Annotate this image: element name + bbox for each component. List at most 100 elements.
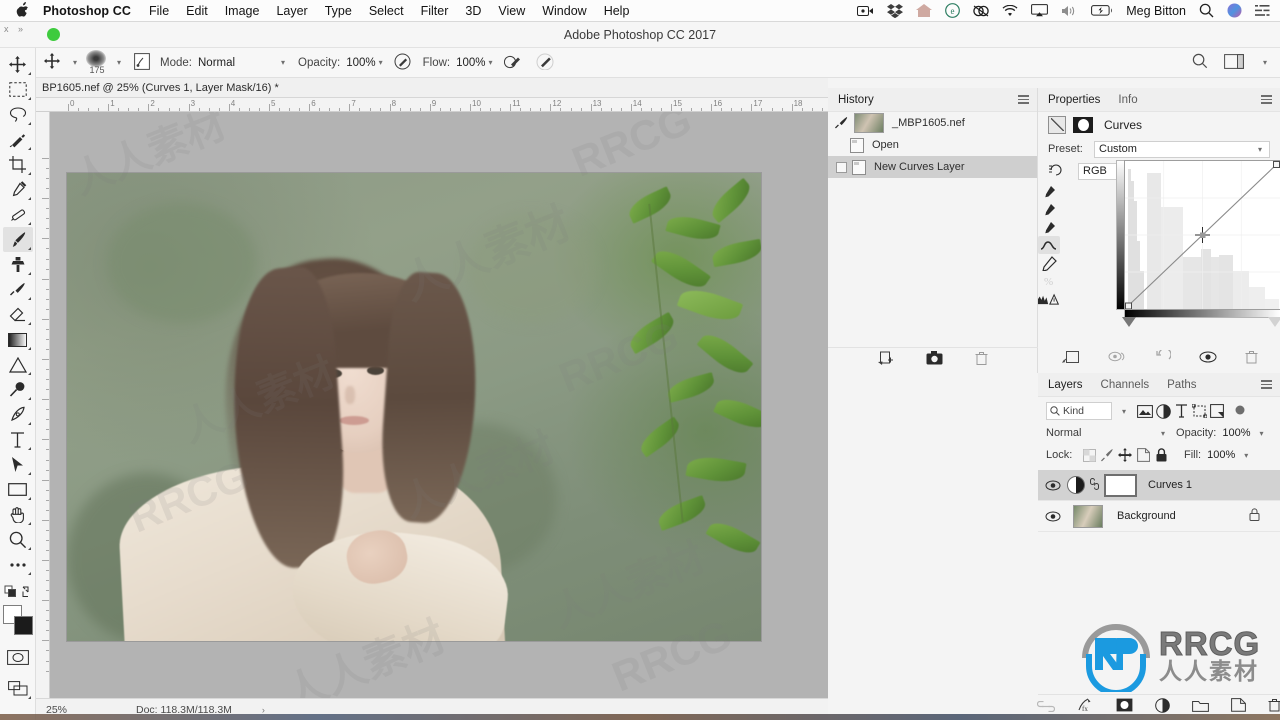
menu-window[interactable]: Window <box>542 4 586 18</box>
clip-to-layer-icon[interactable] <box>1061 350 1080 369</box>
tab-channels[interactable]: Channels <box>1101 379 1150 391</box>
layer-visibility-icon[interactable] <box>1044 480 1062 491</box>
on-image-adjust-icon[interactable] <box>1048 162 1074 181</box>
black-point-eyedropper[interactable] <box>1038 182 1060 200</box>
history-item-open[interactable]: Open <box>828 134 1037 156</box>
color-swatches[interactable] <box>3 605 33 635</box>
filter-kind-select[interactable]: Kind <box>1046 402 1112 420</box>
tab-history[interactable]: History <box>838 94 874 106</box>
tab-properties[interactable]: Properties <box>1048 94 1100 106</box>
history-item-new-curves-layer[interactable]: New Curves Layer <box>828 156 1037 178</box>
quick-mask-icon[interactable] <box>3 645 33 670</box>
smoothing-icon[interactable] <box>536 53 554 73</box>
filter-type-icon[interactable] <box>1172 403 1190 419</box>
quick-selection-tool[interactable] <box>3 127 33 152</box>
menu-select[interactable]: Select <box>369 4 404 18</box>
user-name[interactable]: Meg Bitton <box>1126 4 1186 18</box>
panel-menu-icon[interactable] <box>1261 95 1272 104</box>
gray-point-eyedropper[interactable] <box>1038 200 1060 218</box>
search-icon[interactable] <box>1192 53 1208 72</box>
fill-value[interactable]: 100% <box>1207 449 1235 461</box>
menu-layer[interactable]: Layer <box>276 4 307 18</box>
opacity-chevron-icon[interactable]: ▾ <box>376 58 386 67</box>
layer-name[interactable]: Background <box>1117 510 1176 522</box>
fill-chevron-icon[interactable]: ▾ <box>1241 451 1251 460</box>
workspace-chevron-icon[interactable]: ▾ <box>1260 58 1270 67</box>
eyedropper-tool[interactable] <box>3 177 33 202</box>
create-snapshot-icon[interactable] <box>926 351 943 370</box>
curve-pencil-tool[interactable] <box>1038 254 1060 272</box>
mode-chevron-icon[interactable]: ▾ <box>278 58 288 67</box>
filter-pixel-icon[interactable] <box>1136 403 1154 419</box>
menu-help[interactable]: Help <box>604 4 630 18</box>
opacity-value[interactable]: 100% <box>1222 427 1250 439</box>
screen-record-icon[interactable] <box>857 5 874 17</box>
menu-image[interactable]: Image <box>225 4 260 18</box>
history-snapshot-checkbox[interactable] <box>836 162 847 173</box>
toggle-previous-state-icon[interactable] <box>1108 350 1128 368</box>
lasso-tool[interactable] <box>3 102 33 127</box>
curves-graph[interactable] <box>1124 160 1280 310</box>
layer-mask-icon[interactable] <box>1073 117 1093 133</box>
filter-kind-chevron-icon[interactable]: ▾ <box>1119 407 1129 416</box>
lock-image-pixels-icon[interactable] <box>1098 447 1116 463</box>
menu-view[interactable]: View <box>498 4 525 18</box>
blend-mode-chevron-icon[interactable]: ▾ <box>1158 429 1168 438</box>
zoom-tool[interactable] <box>3 527 33 552</box>
hand-tool[interactable] <box>3 502 33 527</box>
menu-filter[interactable]: Filter <box>421 4 449 18</box>
brush-size-preview[interactable]: 175 <box>80 49 114 77</box>
layer-lock-icon[interactable] <box>1249 508 1260 524</box>
maximize-button[interactable] <box>47 28 60 41</box>
new-document-from-state-icon[interactable] <box>878 351 894 371</box>
toggle-visibility-icon[interactable] <box>1199 350 1217 368</box>
panel-menu-icon[interactable] <box>1018 95 1029 104</box>
canvas-area[interactable]: 人人素材 人人素材 人人素材 RRCG RRCG 人人素材 人人素材 RRCG … <box>50 112 828 698</box>
white-point-slider[interactable] <box>1268 317 1280 327</box>
path-selection-tool[interactable] <box>3 452 33 477</box>
move-tool[interactable] <box>3 52 33 77</box>
document-image[interactable]: 人人素材 人人素材 人人素材 RRCG RRCG 人人素材 <box>66 172 762 642</box>
layer-row-background[interactable]: Background <box>1038 501 1280 532</box>
workspace-icon[interactable] <box>1224 54 1244 72</box>
type-tool[interactable] <box>3 427 33 452</box>
brush-preset-chevron-icon[interactable]: ▾ <box>114 58 124 67</box>
brush-preset-icon[interactable] <box>134 53 150 73</box>
clone-stamp-tool[interactable] <box>3 252 33 277</box>
edit-toolbar-button[interactable] <box>3 552 33 577</box>
siri-icon[interactable] <box>1227 3 1242 18</box>
apple-icon[interactable] <box>16 2 29 19</box>
blend-mode-select[interactable]: Normal <box>1046 427 1158 439</box>
brush-tool[interactable] <box>3 227 33 252</box>
gradient-tool[interactable] <box>3 327 33 352</box>
opacity-chevron-icon[interactable]: ▾ <box>1257 429 1267 438</box>
mask-link-icon[interactable] <box>1090 477 1099 494</box>
crop-tool[interactable] <box>3 152 33 177</box>
move-tool-icon[interactable] <box>44 53 60 72</box>
clip-warning-icon[interactable] <box>1038 290 1060 308</box>
layer-name[interactable]: Curves 1 <box>1148 479 1192 491</box>
pressure-opacity-icon[interactable] <box>394 53 411 73</box>
tab-layers[interactable]: Layers <box>1048 379 1083 391</box>
filter-toggle-icon[interactable] <box>1234 404 1246 419</box>
control-center-icon[interactable] <box>1255 4 1270 17</box>
pen-tool[interactable] <box>3 402 33 427</box>
document-tab[interactable]: BP1605.nef @ 25% (Curves 1, Layer Mask/1… <box>36 78 828 98</box>
creative-cloud-icon[interactable] <box>973 4 989 18</box>
smooth-curve-icon[interactable] <box>1038 236 1060 254</box>
filter-adjustment-icon[interactable] <box>1154 403 1172 419</box>
opacity-value[interactable]: 100% <box>346 57 375 69</box>
delete-adjustment-icon[interactable] <box>1245 350 1258 369</box>
default-colors-swap-row[interactable] <box>3 583 33 601</box>
filter-smart-object-icon[interactable] <box>1208 403 1226 419</box>
rectangle-tool[interactable] <box>3 477 33 502</box>
dodge-tool[interactable] <box>3 352 33 377</box>
tool-preset-chevron-icon[interactable]: ▾ <box>70 58 80 67</box>
panel-menu-icon[interactable] <box>1261 380 1272 389</box>
lock-transparent-pixels-icon[interactable] <box>1080 447 1098 463</box>
reset-icon[interactable] <box>1156 350 1171 369</box>
filter-shape-icon[interactable] <box>1190 403 1208 419</box>
curve-math-icon[interactable]: % <box>1038 272 1060 290</box>
history-item-snapshot[interactable]: _MBP1605.nef <box>828 112 1037 134</box>
dropbox-icon[interactable] <box>887 4 903 18</box>
